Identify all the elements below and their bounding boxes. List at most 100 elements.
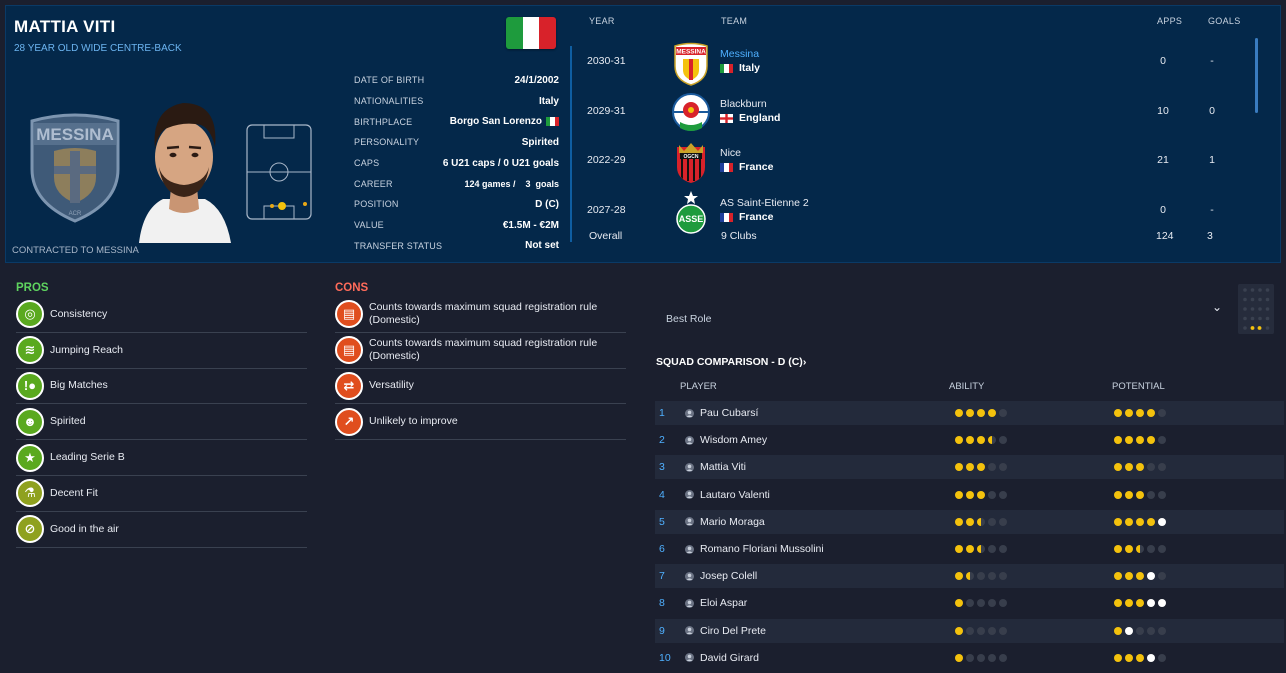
potential-stars [1114,545,1273,553]
rating-star-icon [1125,626,1133,635]
pro-item[interactable]: ★ Leading Serie B [16,440,307,476]
position-pitch-diagram[interactable] [246,124,312,220]
squad-player-name[interactable]: Josep Colell [700,570,955,582]
squad-header-potential[interactable]: POTENTIAL [1112,381,1165,392]
rating-star-icon [988,517,996,526]
career-team[interactable]: Blackburn [720,98,767,110]
person-icon [685,462,694,472]
formation-slot [1243,326,1247,330]
blackburn-badge-icon[interactable] [671,92,711,136]
con-item[interactable]: ▤ Counts towards maximum squad registrat… [335,333,626,369]
chevron-down-icon[interactable]: ⌄ [1212,300,1222,314]
squad-row[interactable]: 1 Pau Cubarsí [655,401,1284,425]
messina-crest-icon[interactable]: MESSINA ACR [26,111,124,223]
ability-stars [955,436,1114,445]
squad-row[interactable]: 7 Josep Colell [655,564,1284,589]
squad-row[interactable]: 5 Mario Moraga [655,509,1284,534]
squad-row[interactable]: 9 Ciro Del Prete [655,618,1284,643]
squad-row[interactable]: 2 Wisdom Amey [655,428,1284,452]
formation-mini-pitch[interactable] [1238,284,1274,334]
squad-player-name[interactable]: Ciro Del Prete [700,625,955,637]
rating-star-icon [1158,436,1166,445]
career-team-link[interactable]: Messina [720,48,759,60]
career-header-apps[interactable]: APPS [1157,16,1182,26]
squad-header-player[interactable]: PLAYER [680,381,717,392]
squad-player-name[interactable]: Mattia Viti [700,461,955,473]
squad-player-name[interactable]: Romano Floriani Mussolini [700,543,955,555]
career-nation: England [720,112,780,124]
squad-row[interactable]: 10 David Girard [655,646,1284,670]
squad-row[interactable]: 8 Eloi Aspar [655,591,1284,615]
formation-slot [1243,307,1247,311]
career-row[interactable]: 2030-31 MESSINA Messina Italy 0 - [583,40,1263,88]
con-item[interactable]: ▤ Counts towards maximum squad registrat… [335,297,626,333]
player-photo [133,91,235,243]
career-team[interactable]: Nice [720,147,741,159]
rating-star-icon [977,463,985,472]
rating-star-icon [999,463,1007,472]
career-nation: France [720,211,773,223]
squad-comparison-title[interactable]: SQUAD COMPARISON - D (C)› [656,356,806,368]
rating-star-icon [977,436,985,445]
rating-star-icon [1114,436,1122,445]
info-label: DATE OF BIRTH [354,75,425,86]
rating-star-icon [988,436,996,445]
pro-item[interactable]: ⚗ Decent Fit [16,476,307,512]
rating-star-icon [999,490,1007,499]
career-header-team[interactable]: TEAM [721,16,747,26]
squad-player-name[interactable]: David Girard [700,652,955,664]
career-nation-label: France [739,161,774,173]
target-icon: ◎ [16,300,44,329]
con-item[interactable]: ↗ Unlikely to improve [335,404,626,441]
formation-slot [1258,307,1262,311]
pro-item[interactable]: !● Big Matches [16,369,307,405]
rating-star-icon [966,436,974,445]
rating-star-icon [999,572,1007,581]
person-icon [685,653,694,663]
info-row-birthplace: BIRTHPLACE Borgo San Lorenzo [354,111,559,132]
squad-header-ability[interactable]: ABILITY [949,381,984,392]
career-row[interactable]: 2029-31 Blackburn England 10 0 [583,90,1263,138]
nice-badge-icon[interactable]: OGCN [671,141,711,185]
overall-goals: 3 [1207,230,1213,242]
pro-item[interactable]: ◎ Consistency [16,297,307,333]
saint-etienne-badge-icon[interactable]: ASSE [671,191,711,235]
rating-star-icon [966,490,974,499]
squad-player-name[interactable]: Wisdom Amey [700,434,955,446]
info-label: CAREER [354,178,393,189]
info-value[interactable]: Not set [525,240,559,251]
rating-star-icon [1136,409,1144,417]
career-row[interactable]: 2022-29 OGCN Nice France 21 1 [583,139,1263,187]
player-subtitle[interactable]: 28 YEAR OLD WIDE CENTRE-BACK [14,43,182,54]
potential-stars [1114,599,1273,608]
career-header-year[interactable]: YEAR [589,16,615,26]
rating-star-icon [988,572,996,581]
squad-row[interactable]: 4 Lautaro Valenti [655,483,1284,507]
squad-player-name[interactable]: Mario Moraga [700,516,955,528]
messina-badge-icon[interactable]: MESSINA [671,42,711,86]
pro-item[interactable]: ⊘ Good in the air [16,512,307,548]
squad-row[interactable]: 6 Romano Floriani Mussolini [655,537,1284,561]
rating-star-icon [966,463,974,472]
squad-row[interactable]: 3 Mattia Viti [655,455,1284,480]
formation-slot [1250,297,1255,302]
rating-star-icon [988,626,996,635]
rating-star-icon [1125,517,1133,526]
con-item[interactable]: ⇄ Versatility [335,369,626,405]
squad-player-name[interactable]: Eloi Aspar [700,597,955,609]
info-row-caps: CAPS 6 U21 caps / 0 U21 goals [354,153,559,174]
info-value[interactable]: Italy [539,96,559,107]
best-role-dropdown-label[interactable]: Best Role [666,313,712,325]
pro-item[interactable]: ☻ Spirited [16,404,307,441]
squad-player-name[interactable]: Pau Cubarsí [700,407,955,419]
pro-item[interactable]: ≋ Jumping Reach [16,333,307,369]
potential-stars [1114,409,1273,417]
person-icon [685,626,694,636]
career-header-goals[interactable]: GOALS [1208,16,1241,26]
squad-player-name[interactable]: Lautaro Valenti [700,489,955,501]
rating-star-icon [1114,490,1122,499]
career-scrollbar[interactable] [1255,38,1258,113]
rating-star-icon [1147,653,1155,662]
career-team[interactable]: AS Saint-Etienne 2 [720,197,809,209]
rating-star-icon [1114,409,1122,417]
